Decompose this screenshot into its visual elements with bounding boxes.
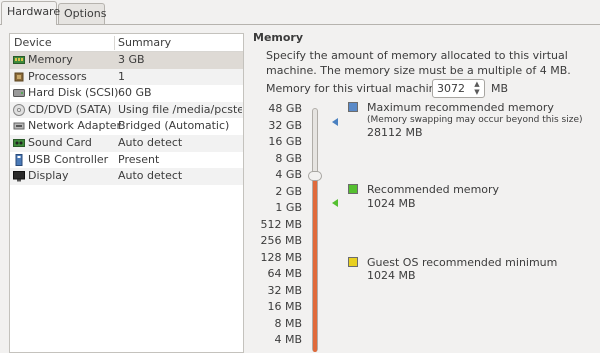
scale-label: 4 MB: [274, 333, 302, 346]
scale-label: 2 GB: [275, 184, 302, 198]
scale-label: 8 MB: [274, 316, 302, 330]
scale-label: 4 GB: [275, 168, 302, 181]
max-recommended-note: (Memory swapping may occur beyond this s…: [367, 115, 583, 125]
scale-label: 16 MB: [267, 300, 302, 313]
network-adapter-icon: [13, 122, 25, 130]
scale-label: 8 GB: [275, 151, 302, 165]
device-column-header[interactable]: Device: [14, 36, 52, 49]
memory-unit: MB: [491, 82, 509, 95]
tab-hardware[interactable]: Hardware: [1, 1, 60, 25]
max-recommended-marker-icon: [332, 118, 338, 126]
device-name: CD/DVD (SATA): [28, 102, 112, 116]
device-summary: 1: [118, 69, 125, 83]
spin-up-icon[interactable]: ▲: [472, 80, 482, 88]
device-name: Display: [28, 169, 69, 183]
usb-controller-icon: [15, 153, 23, 166]
tab-divider: [0, 24, 600, 25]
spin-arrows[interactable]: ▲ ▼: [472, 80, 482, 97]
memory-icon: [13, 56, 25, 64]
device-row-sound-card[interactable]: Sound Card Auto detect: [10, 135, 243, 152]
recommended-title: Recommended memory: [367, 183, 500, 196]
max-recommended-swatch-icon: [348, 102, 358, 112]
device-name: Hard Disk (SCSI): [28, 86, 119, 100]
scale-label: 32 GB: [268, 118, 302, 132]
scale-label: 1 GB: [275, 201, 302, 214]
scale-label: 48 GB: [268, 102, 302, 115]
recommended-value: 1024 MB: [367, 197, 416, 210]
memory-slider-thumb[interactable]: [308, 171, 322, 181]
memory-section-title: Memory: [253, 31, 304, 44]
device-summary: 60 GB: [118, 86, 152, 100]
device-row-hard-disk[interactable]: Hard Disk (SCSI) 60 GB: [10, 85, 243, 102]
device-summary: Bridged (Automatic): [118, 119, 230, 133]
tab-options[interactable]: Options: [58, 3, 106, 25]
device-name: Memory: [28, 53, 73, 66]
device-summary: Using file /media/pcsteps: [118, 102, 242, 116]
memory-field-label: Memory for this virtual machine:: [266, 82, 447, 95]
scale-label: 16 GB: [268, 135, 302, 148]
guest-os-minimum-value: 1024 MB: [367, 269, 416, 282]
memory-slider-fill: [313, 176, 317, 352]
scale-label: 32 MB: [267, 283, 302, 297]
max-recommended-value: 28112 MB: [367, 126, 423, 139]
device-name: Network Adapter: [28, 119, 122, 133]
device-row-display[interactable]: Display Auto detect: [10, 168, 243, 185]
tab-bar: Hardware Options: [0, 0, 600, 25]
device-summary: Present: [118, 152, 160, 166]
device-row-usb-controller[interactable]: USB Controller Present: [10, 152, 243, 169]
device-summary: Auto detect: [118, 136, 183, 149]
memory-value[interactable]: 3072: [437, 82, 465, 95]
max-recommended-title: Maximum recommended memory: [367, 101, 554, 114]
device-summary: Auto detect: [118, 169, 183, 183]
scale-label: 64 MB: [267, 267, 302, 280]
hard-disk-icon: [13, 89, 25, 98]
scale-label: 256 MB: [260, 234, 302, 247]
recommended-swatch-icon: [348, 184, 358, 194]
device-list-header: Device Summary: [10, 34, 243, 52]
memory-description: Specify the amount of memory allocated t…: [266, 49, 571, 77]
device-list[interactable]: Device Summary Memory 3 GB Processors 1 …: [9, 33, 244, 353]
device-name: Processors: [28, 69, 87, 83]
recommended-marker-icon: [332, 199, 338, 207]
device-name: USB Controller: [28, 152, 109, 166]
guest-os-minimum-swatch-icon: [348, 257, 358, 267]
processor-icon: [14, 72, 24, 82]
sound-card-icon: [13, 139, 25, 147]
display-icon: [13, 171, 25, 182]
device-summary: 3 GB: [118, 53, 145, 66]
summary-column-header[interactable]: Summary: [118, 36, 171, 49]
device-row-processors[interactable]: Processors 1: [10, 68, 243, 86]
guest-os-minimum-title: Guest OS recommended minimum: [367, 256, 558, 269]
scale-label: 512 MB: [260, 217, 302, 231]
device-row-network-adapter[interactable]: Network Adapter Bridged (Automatic): [10, 118, 243, 135]
spin-down-icon[interactable]: ▼: [472, 88, 482, 96]
cd-dvd-icon: [13, 103, 25, 116]
memory-spinbox[interactable]: 3072 ▲ ▼: [432, 79, 485, 98]
column-separator[interactable]: [114, 36, 115, 50]
device-name: Sound Card: [28, 136, 92, 149]
scale-label: 128 MB: [260, 250, 302, 264]
device-row-cd-dvd[interactable]: CD/DVD (SATA) Using file /media/pcsteps: [10, 101, 243, 119]
device-row-memory[interactable]: Memory 3 GB: [10, 52, 243, 69]
